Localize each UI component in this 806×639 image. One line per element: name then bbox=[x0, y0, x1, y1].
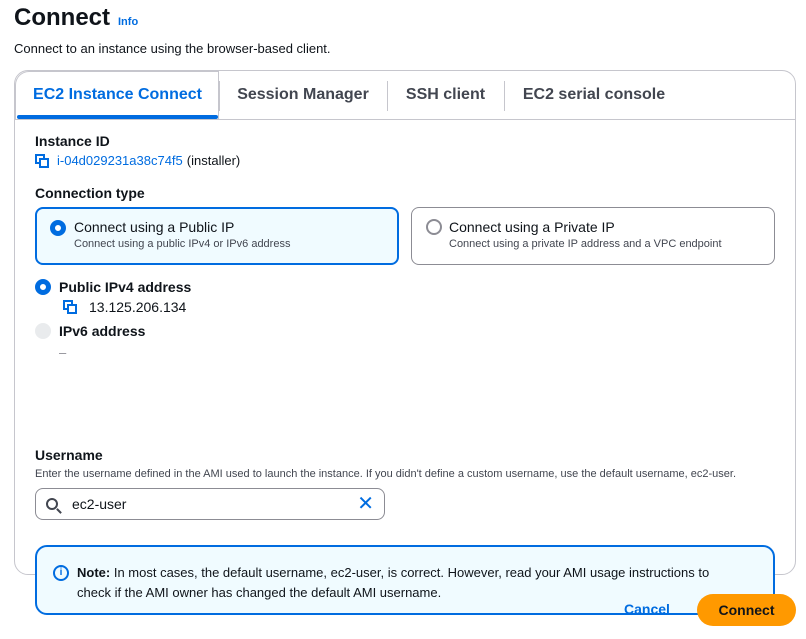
connect-panel: EC2 Instance Connect Session Manager SSH… bbox=[14, 70, 796, 615]
public-ip-title: Connect using a Public IP bbox=[74, 219, 235, 235]
ipv4-value-row: 13.125.206.134 bbox=[63, 299, 186, 315]
page-title: Connect bbox=[14, 4, 110, 31]
private-ip-title: Connect using a Private IP bbox=[449, 219, 615, 235]
username-field-group: Username Enter the username defined in t… bbox=[35, 447, 775, 520]
username-input[interactable] bbox=[72, 494, 352, 514]
connect-button[interactable]: Connect bbox=[697, 594, 796, 626]
instance-id-label: Instance ID bbox=[35, 133, 110, 149]
username-input-wrapper: ✕ bbox=[35, 488, 385, 520]
alert-text: Note: In most cases, the default usernam… bbox=[77, 563, 727, 603]
radio-selected-icon[interactable] bbox=[50, 220, 66, 236]
tab-bar: EC2 Instance Connect Session Manager SSH… bbox=[15, 71, 795, 120]
instance-id-row: i-04d029231a38c74f5 (installer) bbox=[35, 153, 775, 168]
tab-ec2-instance-connect[interactable]: EC2 Instance Connect bbox=[17, 71, 218, 119]
copy-icon[interactable] bbox=[63, 300, 77, 314]
public-ip-description: Connect using a public IPv4 or IPv6 addr… bbox=[74, 238, 291, 250]
ipv6-option: IPv6 address bbox=[35, 323, 235, 341]
page-description: Connect to an instance using the browser… bbox=[14, 41, 331, 56]
tab-divider bbox=[15, 119, 795, 120]
address-options: Public IPv4 address 13.125.206.134 IPv6 … bbox=[35, 279, 435, 360]
radio-unselected-icon[interactable] bbox=[426, 219, 442, 235]
username-label: Username bbox=[35, 447, 103, 463]
copy-icon[interactable] bbox=[35, 153, 49, 168]
alert-message: In most cases, the default username, ec2… bbox=[77, 565, 710, 600]
instance-id-link[interactable]: i-04d029231a38c74f5 bbox=[57, 153, 183, 168]
tab-ssh-client[interactable]: SSH client bbox=[388, 71, 503, 119]
clear-icon[interactable]: ✕ bbox=[357, 494, 374, 514]
connection-type-label: Connection type bbox=[35, 185, 145, 201]
ipv4-option[interactable]: Public IPv4 address bbox=[35, 279, 435, 297]
ipv6-value: – bbox=[59, 345, 67, 360]
panel-body: Instance ID i-04d029231a38c74f5 (install… bbox=[35, 133, 775, 615]
radio-disabled-icon bbox=[35, 323, 51, 339]
connection-type-options: Connect using a Public IP Connect using … bbox=[35, 207, 775, 265]
private-ip-description: Connect using a private IP address and a… bbox=[449, 238, 722, 250]
tab-session-manager[interactable]: Session Manager bbox=[220, 71, 386, 119]
instance-name: (installer) bbox=[186, 153, 241, 168]
alert-bold: Note: bbox=[77, 565, 111, 580]
username-help: Enter the username defined in the AMI us… bbox=[35, 468, 737, 480]
search-icon bbox=[46, 498, 58, 510]
ipv4-value: 13.125.206.134 bbox=[89, 299, 187, 315]
tab-ec2-serial-console[interactable]: EC2 serial console bbox=[505, 71, 683, 119]
radio-selected-icon[interactable] bbox=[35, 279, 51, 295]
ipv6-label: IPv6 address bbox=[59, 323, 146, 339]
info-link[interactable]: Info bbox=[118, 16, 138, 28]
page-header: Connect Info Connect to an instance usin… bbox=[14, 4, 331, 56]
private-ip-tile[interactable]: Connect using a Private IP Connect using… bbox=[411, 207, 775, 265]
ipv4-label: Public IPv4 address bbox=[59, 279, 192, 295]
cancel-button[interactable]: Cancel bbox=[624, 601, 670, 617]
public-ip-tile[interactable]: Connect using a Public IP Connect using … bbox=[35, 207, 399, 265]
info-icon: i bbox=[53, 565, 69, 581]
